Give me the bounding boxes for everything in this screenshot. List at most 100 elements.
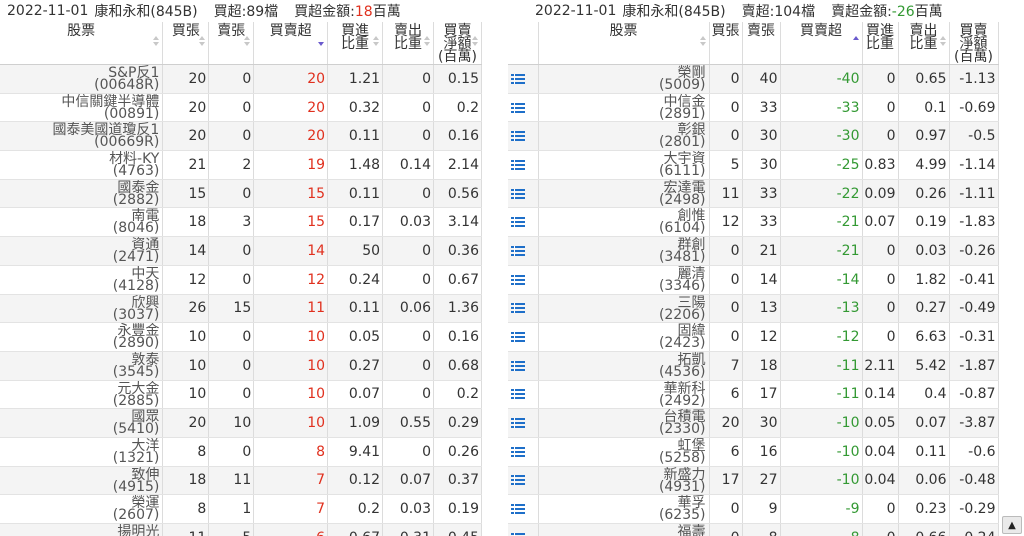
stock-cell[interactable]: 虹堡 (5258) <box>538 437 710 467</box>
col-sell-ratio[interactable]: 賣出 比重 <box>898 22 950 65</box>
row-menu-cell[interactable] <box>508 294 539 324</box>
sort-icon[interactable] <box>373 36 380 48</box>
row-menu-cell[interactable] <box>508 64 539 94</box>
table-row[interactable]: 華孚 (6235) 0 9 -9 0 0.23 -0.29 <box>508 494 999 524</box>
row-menu-cell[interactable] <box>508 351 539 381</box>
sort-icon[interactable] <box>939 36 946 48</box>
table-row[interactable]: 大宇資 (6111) 5 30 -25 0.83 4.99 -1.14 <box>508 150 999 180</box>
sort-icon[interactable] <box>244 36 251 48</box>
table-row[interactable]: 榮剛 (5009) 0 40 -40 0 0.65 -1.13 <box>508 64 999 94</box>
list-icon[interactable] <box>511 159 525 170</box>
table-row[interactable]: 三陽 (2206) 0 13 -13 0 0.27 -0.49 <box>508 294 999 324</box>
stock-cell[interactable]: 南電 (8046) <box>0 207 164 238</box>
stock-cell[interactable]: S&P反1 (00648R) <box>0 64 164 94</box>
table-row[interactable]: 虹堡 (5258) 6 16 -10 0.04 0.11 -0.6 <box>508 437 999 467</box>
col-stock[interactable]: 股票 <box>538 22 710 65</box>
col-sell[interactable]: 賣張 <box>742 22 781 65</box>
row-menu-cell[interactable] <box>508 380 539 410</box>
sort-icon[interactable] <box>699 36 706 48</box>
list-icon[interactable] <box>511 245 525 256</box>
stock-cell[interactable]: 大洋 (1321) <box>0 437 164 467</box>
stock-name[interactable]: 福壽 <box>539 525 706 536</box>
table-row[interactable]: 中信金 (2891) 0 33 -33 0 0.1 -0.69 <box>508 93 999 123</box>
list-icon[interactable] <box>511 475 525 486</box>
table-row[interactable]: 新盛力 (4931) 17 27 -10 0.04 0.06 -0.48 <box>508 466 999 496</box>
stock-cell[interactable]: 國眾 (5410) <box>0 408 164 438</box>
table-row[interactable]: 南電 (8046) 18 3 15 0.17 0.03 3.14 <box>0 207 482 238</box>
stock-cell[interactable]: 群創 (3481) <box>538 236 710 266</box>
stock-cell[interactable]: 三陽 (2206) <box>538 294 710 324</box>
row-menu-cell[interactable] <box>508 494 539 524</box>
list-icon[interactable] <box>511 332 525 343</box>
sort-desc-icon[interactable] <box>318 36 325 48</box>
stock-cell[interactable]: 資通 (2471) <box>0 236 164 266</box>
row-menu-cell[interactable] <box>508 322 539 352</box>
table-row[interactable]: 彰銀 (2801) 0 30 -30 0 0.97 -0.5 <box>508 121 999 152</box>
table-row[interactable]: 固緯 (2423) 0 12 -12 0 6.63 -0.31 <box>508 322 999 352</box>
stock-cell[interactable]: 揚明光 <box>0 523 164 536</box>
list-icon[interactable] <box>511 217 525 228</box>
col-buy-ratio[interactable]: 買進 比重 <box>862 22 899 65</box>
table-row[interactable]: 中信關鍵半導體 (00891) 20 0 20 0.32 0 0.2 <box>0 93 482 123</box>
list-icon[interactable] <box>511 446 525 457</box>
table-row[interactable]: 拓凱 (4536) 7 18 -11 2.11 5.42 -1.87 <box>508 351 999 381</box>
stock-cell[interactable]: 大宇資 (6111) <box>538 150 710 180</box>
sort-asc-icon[interactable] <box>852 36 859 48</box>
col-net-amount[interactable]: 買賣 淨額 (百萬) <box>949 22 999 65</box>
table-row[interactable]: 致伸 (4915) 18 11 7 0.12 0.07 0.37 <box>0 466 482 496</box>
list-icon[interactable] <box>511 188 525 199</box>
stock-cell[interactable]: 華新科 (2492) <box>538 380 710 410</box>
stock-name[interactable]: 揚明光 <box>0 525 159 536</box>
stock-cell[interactable]: 拓凱 (4536) <box>538 351 710 381</box>
table-row[interactable]: 揚明光 11 5 6 0.67 0.31 0.45 <box>0 523 482 536</box>
stock-cell[interactable]: 元大金 (2885) <box>0 380 164 410</box>
stock-cell[interactable]: 麗清 (3346) <box>538 265 710 295</box>
stock-cell[interactable]: 國泰美國道瓊反1 (00669R) <box>0 121 164 152</box>
stock-cell[interactable]: 彰銀 (2801) <box>538 121 710 152</box>
list-icon[interactable] <box>511 303 525 314</box>
table-row[interactable]: 榮運 (2607) 8 1 7 0.2 0.03 0.19 <box>0 494 482 524</box>
row-menu-cell[interactable] <box>508 265 539 295</box>
table-row[interactable]: 國泰金 (2882) 15 0 15 0.11 0 0.56 <box>0 179 482 209</box>
col-buy-ratio[interactable]: 買進 比重 <box>327 22 384 65</box>
col-sell-ratio[interactable]: 賣出 比重 <box>382 22 434 65</box>
list-icon[interactable] <box>511 418 525 429</box>
col-net[interactable]: 買賣超 <box>253 22 329 65</box>
sort-icon[interactable] <box>199 36 206 48</box>
table-row[interactable]: 國泰美國道瓊反1 (00669R) 20 0 20 0.11 0 0.16 <box>0 121 482 152</box>
table-row[interactable]: 大洋 (1321) 8 0 8 9.41 0 0.26 <box>0 437 482 467</box>
table-row[interactable]: 創惟 (6104) 12 33 -21 0.07 0.19 -1.83 <box>508 207 999 238</box>
list-icon[interactable] <box>511 102 525 113</box>
table-row[interactable]: 國眾 (5410) 20 10 10 1.09 0.55 0.29 <box>0 408 482 438</box>
list-icon[interactable] <box>511 389 525 400</box>
table-row[interactable]: 宏達電 (2498) 11 33 -22 0.09 0.26 -1.11 <box>508 179 999 209</box>
row-menu-cell[interactable] <box>508 523 539 536</box>
stock-cell[interactable]: 華孚 (6235) <box>538 494 710 524</box>
list-icon[interactable] <box>511 73 525 84</box>
list-icon[interactable] <box>511 504 525 515</box>
stock-cell[interactable]: 宏達電 (2498) <box>538 179 710 209</box>
table-row[interactable]: 永豐金 (2890) 10 0 10 0.05 0 0.16 <box>0 322 482 352</box>
row-menu-cell[interactable] <box>508 121 539 152</box>
list-icon[interactable] <box>511 131 525 142</box>
row-menu-cell[interactable] <box>508 466 539 496</box>
table-row[interactable]: S&P反1 (00648R) 20 0 20 1.21 0 0.15 <box>0 64 482 94</box>
table-row[interactable]: 材料-KY (4763) 21 2 19 1.48 0.14 2.14 <box>0 150 482 180</box>
sort-icon[interactable] <box>423 36 430 48</box>
col-net[interactable]: 買賣超 <box>780 22 863 65</box>
row-menu-cell[interactable] <box>508 93 539 123</box>
stock-cell[interactable]: 固緯 (2423) <box>538 322 710 352</box>
col-net-amount[interactable]: 買賣 淨額 (百萬) <box>433 22 482 65</box>
stock-cell[interactable]: 福壽 <box>538 523 710 536</box>
table-row[interactable]: 麗清 (3346) 0 14 -14 0 1.82 -0.41 <box>508 265 999 295</box>
table-row[interactable]: 資通 (2471) 14 0 14 50 0 0.36 <box>0 236 482 266</box>
stock-cell[interactable]: 中信金 (2891) <box>538 93 710 123</box>
col-sell[interactable]: 賣張 <box>208 22 255 65</box>
stock-cell[interactable]: 致伸 (4915) <box>0 466 164 496</box>
row-menu-cell[interactable] <box>508 437 539 467</box>
scroll-to-top-button[interactable]: ▲ <box>1002 516 1022 534</box>
col-stock[interactable]: 股票 <box>0 22 164 65</box>
row-menu-cell[interactable] <box>508 179 539 209</box>
col-buy[interactable]: 買張 <box>162 22 210 65</box>
table-row[interactable]: 元大金 (2885) 10 0 10 0.07 0 0.2 <box>0 380 482 410</box>
